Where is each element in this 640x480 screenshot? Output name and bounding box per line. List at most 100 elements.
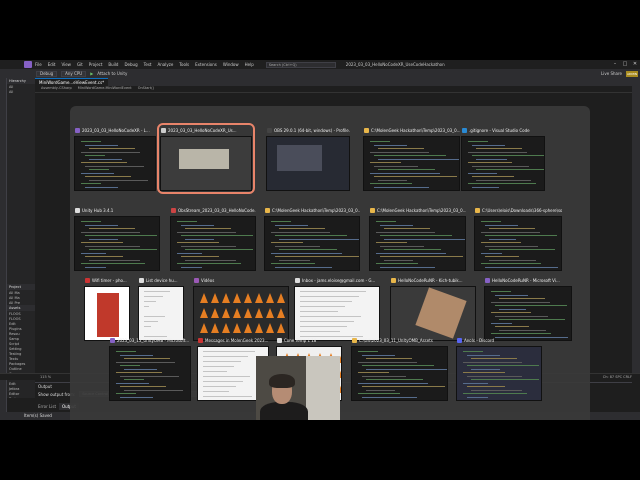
- switcher-window[interactable]: List device hu...: [138, 276, 184, 341]
- window-thumbnail: [264, 216, 360, 271]
- asset-item[interactable]: Test: [7, 396, 35, 399]
- switcher-window[interactable]: Vidéos: [193, 276, 289, 341]
- run-triangle-icon[interactable]: ▶: [90, 71, 93, 76]
- switcher-window[interactable]: Unity Hub 3.4.1: [74, 206, 160, 271]
- window-thumbnail: [74, 136, 156, 191]
- window-thumbnail: [456, 346, 542, 401]
- solution-title: 2023_03_03_HelloNoCodeXR_UseCodeHackatho…: [345, 62, 445, 67]
- switcher-window[interactable]: ObsStream_2023_03_03_HelloNoCode...: [170, 206, 256, 271]
- switcher-window-title: ObsStream_2023_03_03_HelloNoCode...: [178, 208, 256, 213]
- menu-test[interactable]: Test: [144, 62, 152, 67]
- app-icon: [391, 278, 396, 283]
- zoom-level[interactable]: 115 %: [40, 375, 51, 379]
- window-controls: – □ ✕: [610, 60, 640, 69]
- document-tabs: MiniWordGame...eViewEvent.cs*: [35, 78, 632, 86]
- switcher-window[interactable]: Wifi timer - pho...: [84, 276, 130, 341]
- window-thumbnail: [84, 286, 130, 341]
- switcher-window[interactable]: .gitignore - Visual Studio Code: [461, 126, 545, 191]
- window-thumbnail: [363, 136, 460, 191]
- window-thumbnail: [109, 346, 191, 401]
- switcher-window[interactable]: C:\Git\2023_03_11_UnityOMB_Assets: [351, 336, 448, 401]
- folder-icon: [265, 208, 270, 213]
- search-input[interactable]: Search (Ctrl+Q): [265, 61, 336, 68]
- browser-icon: [85, 278, 90, 283]
- window-thumbnail: [294, 286, 380, 341]
- unity-hub-icon: [75, 208, 80, 213]
- switcher-window-title: HelloNoCodeRuNR - Kich-tubik...: [398, 278, 463, 283]
- menu-project[interactable]: Project: [89, 62, 103, 67]
- admin-badge: ADMIN: [626, 70, 638, 77]
- switcher-window-title: C:\MolenGeek Hackathon\Temp\2023_03_0...: [371, 128, 460, 133]
- switcher-window[interactable]: Aeolx - Discord: [456, 336, 542, 401]
- switcher-window[interactable]: HelloNoCodeRuNR - Microsoft Vi...: [484, 276, 572, 341]
- menu-window[interactable]: Window: [223, 62, 239, 67]
- nav-class-dropdown[interactable]: MiniWordGame.MiniWordEvent: [78, 86, 132, 92]
- menu-view[interactable]: View: [61, 62, 71, 67]
- close-icon[interactable]: ✕: [630, 60, 640, 69]
- maximize-icon[interactable]: □: [620, 60, 630, 69]
- switcher-window-title: 2023_03_03_HelloNoCodeXR_Us...: [168, 128, 237, 133]
- minimize-icon[interactable]: –: [610, 60, 620, 69]
- window-thumbnail: [461, 136, 545, 191]
- menu-help[interactable]: Help: [245, 62, 254, 67]
- window-thumbnail: [74, 216, 160, 271]
- window-thumbnail: [193, 286, 289, 341]
- window-thumbnail: [474, 216, 562, 271]
- switcher-window[interactable]: OBS 29.0.1 (64-bit, windows) - Profile..…: [266, 126, 350, 191]
- live-share-button[interactable]: Live Share: [601, 71, 622, 76]
- config-dropdown[interactable]: Debug: [36, 70, 58, 77]
- switcher-window[interactable]: HelloNoCodeRuNR - Kich-tubik...: [390, 276, 476, 341]
- switcher-window-title: Messages in MolenGeek 2023...: [205, 338, 269, 343]
- unity-icon: [171, 208, 176, 213]
- switcher-window-title: 2023_03_13_UnityOMB - Microsoft...: [117, 338, 190, 343]
- switcher-window[interactable]: C:\Users\elois\Downloads\366-sphere\sour…: [474, 206, 562, 271]
- window-thumbnail: [369, 216, 466, 271]
- window-thumbnail: [138, 286, 184, 341]
- folder-icon: [352, 338, 357, 343]
- unity-icon: [161, 128, 166, 133]
- tab-error-list[interactable]: Error List: [35, 403, 59, 410]
- switcher-window[interactable]: C:\MolenGeek Hackathon\Temp\2023_03_0...: [264, 206, 360, 271]
- attach-button[interactable]: Attach to Unity: [97, 71, 127, 76]
- switcher-window-title: C:\Git\2023_03_11_UnityOMB_Assets: [359, 338, 433, 343]
- platform-dropdown[interactable]: Any CPU: [61, 70, 87, 77]
- image-icon: [277, 338, 282, 343]
- menu-file[interactable]: File: [35, 62, 42, 67]
- menu-git[interactable]: Git: [77, 62, 83, 67]
- unity-side-panel: Hierarchy All All Project All Ma All Ma …: [7, 78, 35, 398]
- folder-icon: [475, 208, 480, 213]
- nav-member-dropdown[interactable]: OnStart(): [138, 86, 154, 92]
- visual-studio-logo-icon: [24, 61, 32, 68]
- switcher-window[interactable]: 2023_03_03_HelloNoCodeXR - L...: [74, 126, 156, 191]
- switcher-window[interactable]: C:\MolenGeek Hackathon\Temp\2023_03_0...: [369, 206, 466, 271]
- menu-debug[interactable]: Debug: [124, 62, 137, 67]
- toolbar: Debug Any CPU ▶ Attach to Unity Live Sha…: [0, 69, 640, 78]
- vs-icon: [110, 338, 115, 343]
- window-thumbnail: [390, 286, 476, 341]
- menu-extensions[interactable]: Extensions: [195, 62, 217, 67]
- vscode-icon: [462, 128, 467, 133]
- right-tool-rail[interactable]: [632, 78, 640, 378]
- switcher-window-title: OBS 29.0.1 (64-bit, windows) - Profile..…: [274, 128, 350, 133]
- nav-project-dropdown[interactable]: Assembly-CSharp: [41, 86, 72, 92]
- menu-analyze[interactable]: Analyze: [158, 62, 174, 67]
- window-thumbnail: [160, 136, 252, 191]
- switcher-window-title: Wifi timer - pho...: [92, 278, 127, 283]
- menu-build[interactable]: Build: [108, 62, 118, 67]
- folder-icon: [364, 128, 369, 133]
- left-tool-rail[interactable]: [0, 78, 7, 420]
- switcher-window[interactable]: 2023_03_03_HelloNoCodeXR_Us...: [157, 123, 255, 194]
- window-thumbnail: [484, 286, 572, 341]
- menu-bar: File Edit View Git Project Build Debug T…: [0, 60, 640, 69]
- switcher-window[interactable]: Inbox - jams.eloise@gmail.com - G...: [294, 276, 380, 341]
- switcher-window-title: Inbox - jams.eloise@gmail.com - G...: [302, 278, 376, 283]
- tab-miniwordgame[interactable]: MiniWordGame...eViewEvent.cs*: [35, 78, 109, 86]
- menu-edit[interactable]: Edit: [48, 62, 56, 67]
- switcher-window[interactable]: 2023_03_13_UnityOMB - Microsoft...: [109, 336, 191, 401]
- menu-tools[interactable]: Tools: [179, 62, 189, 67]
- switcher-window[interactable]: C:\MolenGeek Hackathon\Temp\2023_03_0...: [363, 126, 460, 191]
- switcher-window-title: 2023_03_03_HelloNoCodeXR - L...: [82, 128, 150, 133]
- switcher-window-title: HelloNoCodeRuNR - Microsoft Vi...: [492, 278, 560, 283]
- vs-icon: [75, 128, 80, 133]
- switcher-window-title: List device hu...: [146, 278, 178, 283]
